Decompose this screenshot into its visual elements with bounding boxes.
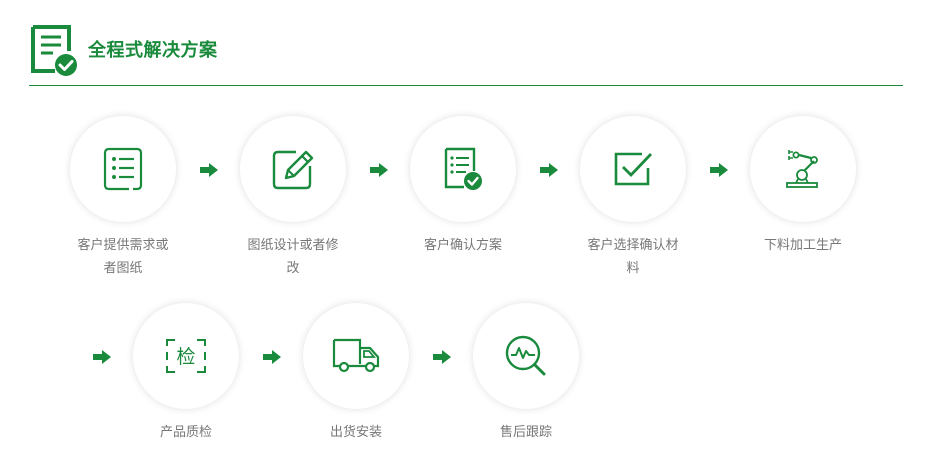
arrow-right-icon <box>370 163 388 177</box>
truck-icon <box>332 338 380 373</box>
step-circle <box>473 303 579 409</box>
document-check-icon <box>444 147 482 190</box>
arrow-right-icon <box>263 350 281 364</box>
arrow-right-icon <box>93 350 111 364</box>
step-label: 客户确认方案 <box>423 238 502 253</box>
step-label: 出货安装 <box>329 425 382 440</box>
arrow-right-icon <box>433 350 451 364</box>
arrow-right-icon <box>540 163 558 177</box>
step-shipping: 出货安装 <box>291 303 421 444</box>
arrow-right-icon <box>200 163 218 177</box>
step-select-material: 客户选择确认材料 <box>568 116 698 280</box>
step-quality-check: 检 产品质检 <box>121 303 251 444</box>
step-circle <box>70 116 176 222</box>
list-icon <box>103 147 143 191</box>
page-title: 全程式解决方案 <box>88 40 218 61</box>
step-label: 客户选择确认材料 <box>587 238 679 276</box>
inspect-char: 检 <box>176 346 195 368</box>
step-label: 下料加工生产 <box>763 238 842 253</box>
step-circle <box>750 116 856 222</box>
checkbox-icon <box>614 152 653 186</box>
step-circle <box>410 116 516 222</box>
step-label: 产品质检 <box>159 425 212 440</box>
step-circle <box>580 116 686 222</box>
header-divider <box>29 85 903 86</box>
step-circle <box>240 116 346 222</box>
step-circle <box>303 303 409 409</box>
inspection-icon: 检 <box>166 339 206 373</box>
step-circle: 检 <box>133 303 239 409</box>
section-header: 全程式解决方案 <box>29 22 218 78</box>
step-label: 售后跟踪 <box>499 425 552 440</box>
step-confirm-plan: 客户确认方案 <box>398 116 528 257</box>
step-label: 客户提供需求或者图纸 <box>77 238 169 276</box>
step-design: 图纸设计或者修改 <box>228 116 358 280</box>
search-chart-icon <box>505 335 546 376</box>
edit-icon <box>272 150 314 190</box>
step-production: 下料加工生产 <box>738 116 868 257</box>
step-customer-requirements: 客户提供需求或者图纸 <box>58 116 188 280</box>
document-check-icon <box>29 23 79 77</box>
step-after-sales: 售后跟踪 <box>461 303 591 444</box>
arrow-right-icon <box>710 163 728 177</box>
robot-arm-icon <box>786 150 818 188</box>
step-label: 图纸设计或者修改 <box>247 238 339 276</box>
